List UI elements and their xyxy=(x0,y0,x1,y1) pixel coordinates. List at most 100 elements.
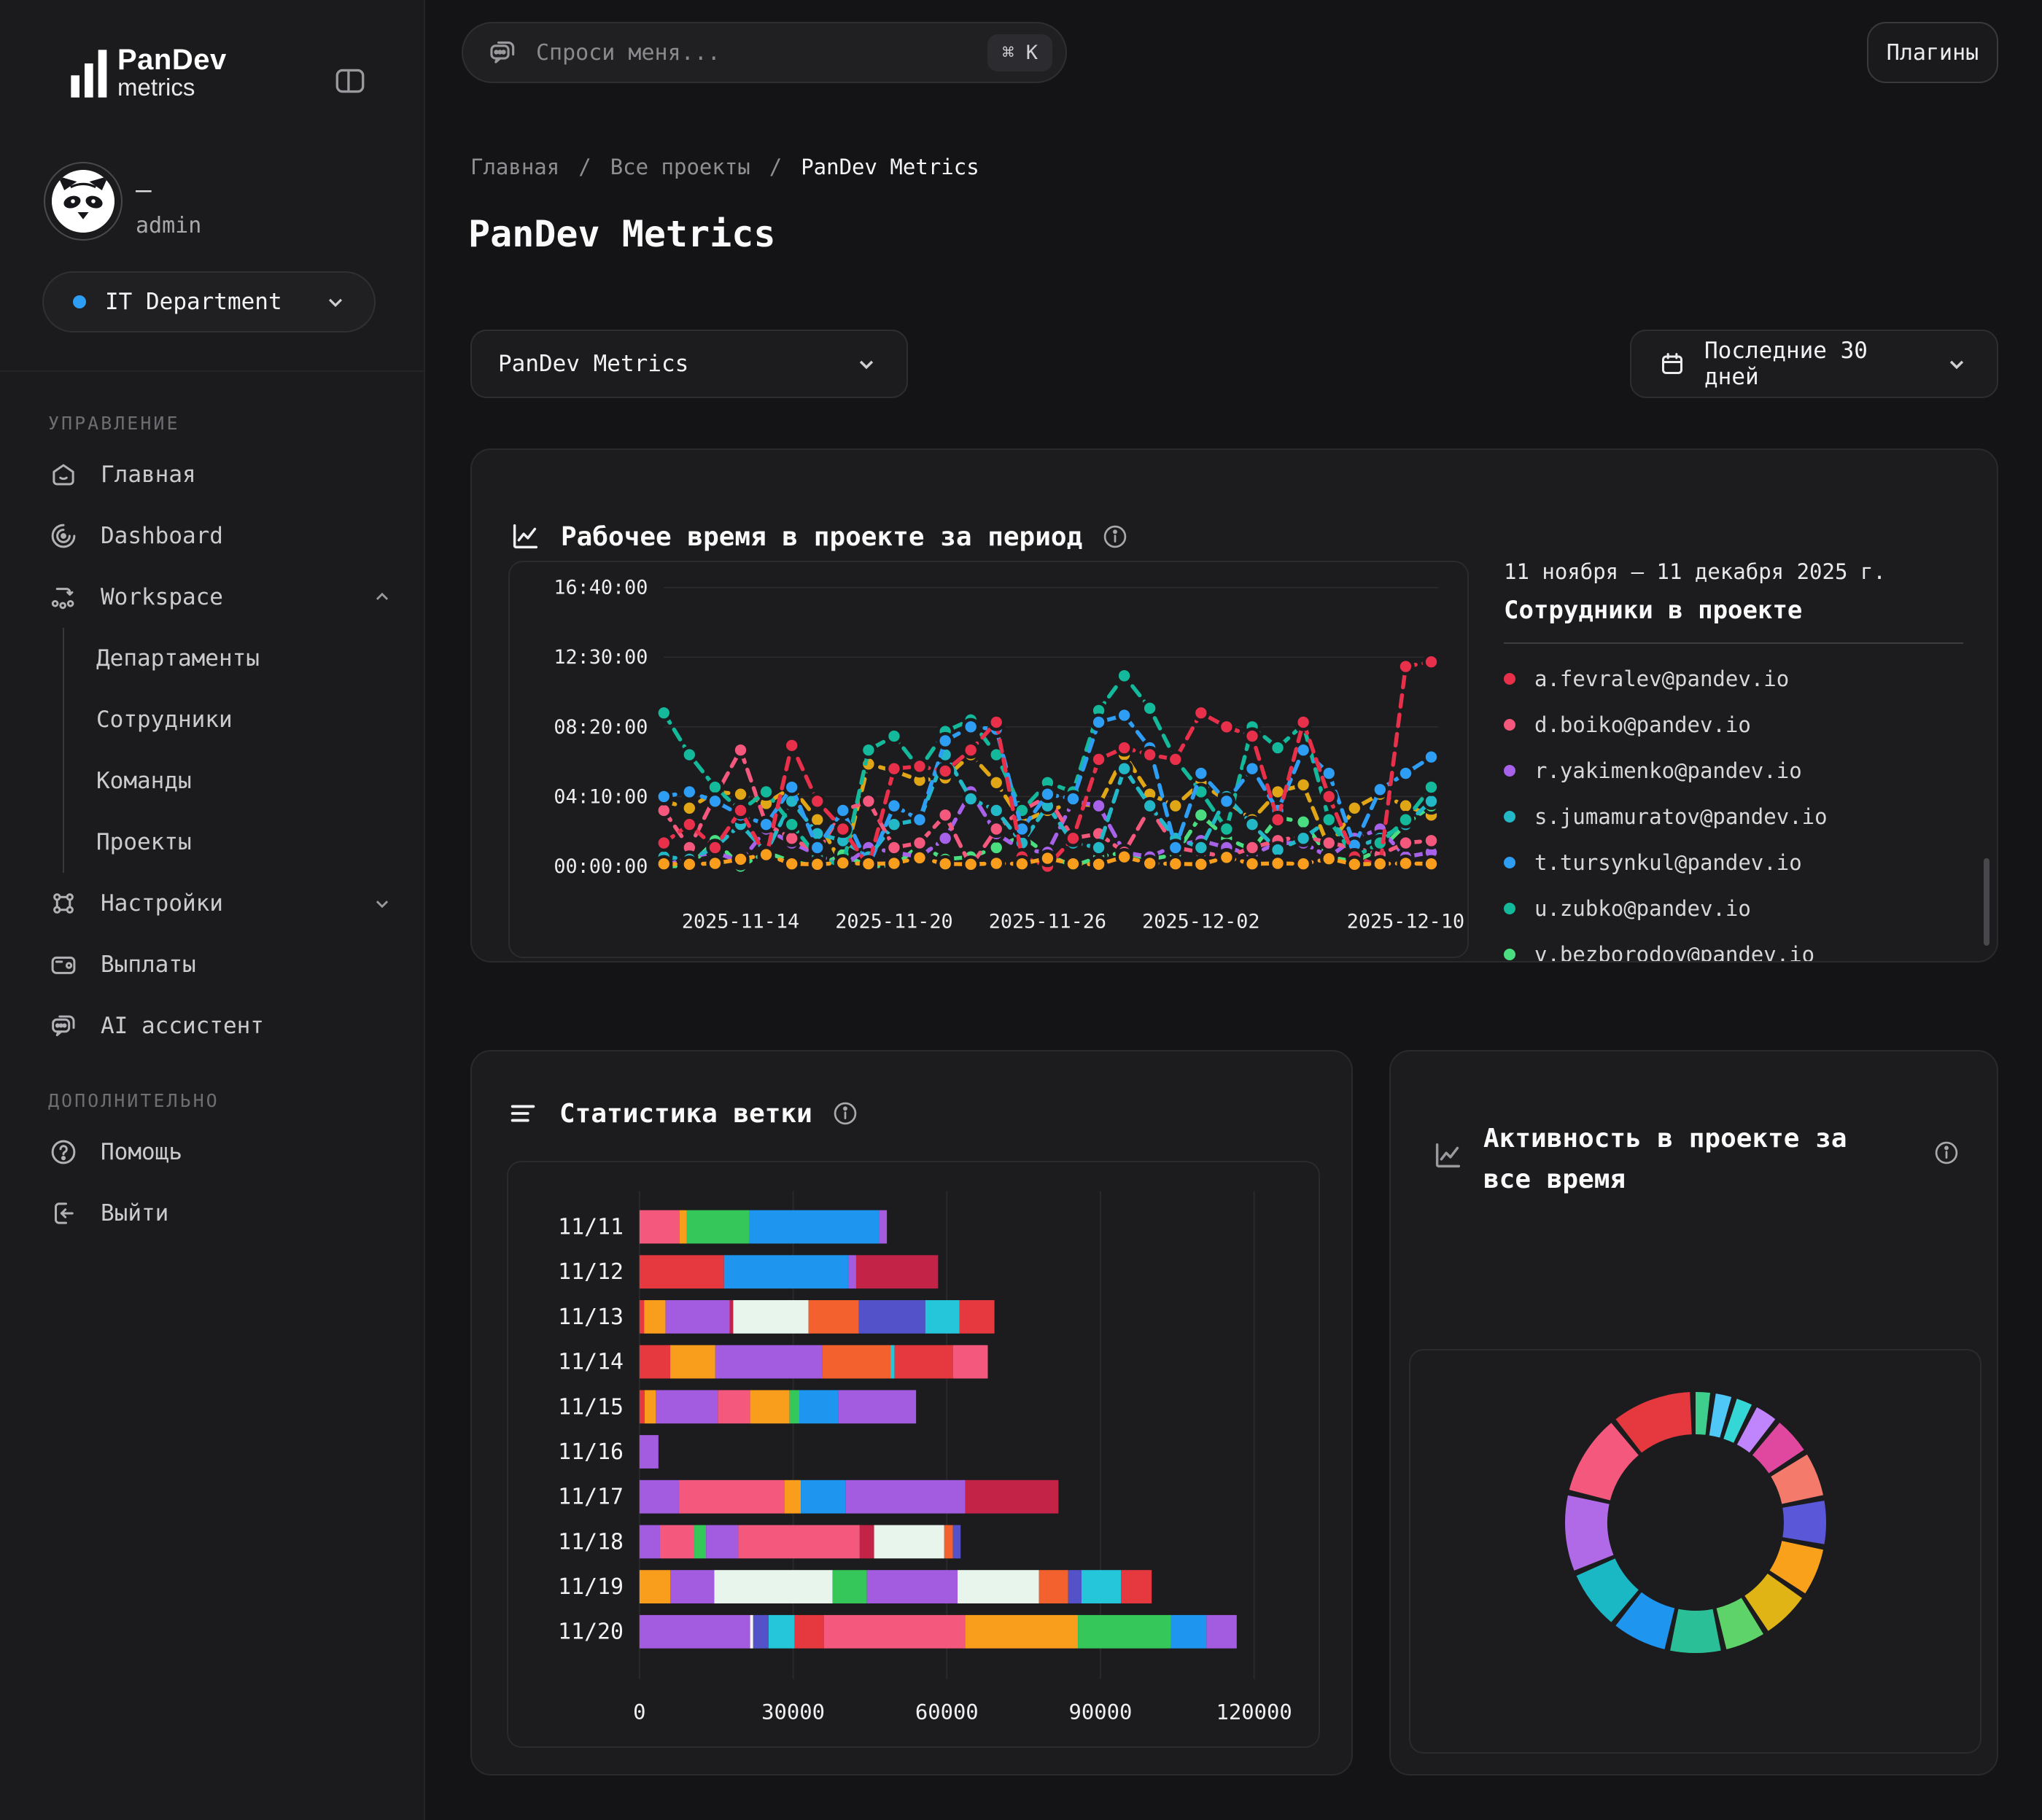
brand-name: PanDev xyxy=(117,45,227,75)
info-icon[interactable] xyxy=(831,1100,859,1127)
working-time-chart-panel: 00:00:0004:10:0008:20:0012:30:0016:40:00… xyxy=(508,561,1469,958)
sidebar-item-help[interactable]: Помощь xyxy=(48,1121,395,1183)
date-range-value: Последние 30 дней xyxy=(1704,338,1925,390)
avatar[interactable] xyxy=(44,162,123,241)
home-icon xyxy=(48,459,79,490)
sidebar-item-label: Выйти xyxy=(101,1200,168,1226)
donut-segment xyxy=(1696,1413,1708,1414)
sidebar-item-label: Настройки xyxy=(101,890,223,917)
info-icon[interactable] xyxy=(1101,523,1129,551)
sidebar-item-label: Workspace xyxy=(101,584,223,610)
legend-divider xyxy=(1504,642,1963,644)
sidebar-item-dashboard[interactable]: Dashboard xyxy=(48,505,395,567)
svg-text:0: 0 xyxy=(633,1700,645,1724)
activity-donut-chart[interactable] xyxy=(1535,1362,1856,1683)
legend-dot xyxy=(1504,949,1515,960)
svg-text:2025-11-26: 2025-11-26 xyxy=(989,910,1106,933)
sidebar-item-employees[interactable]: Сотрудники xyxy=(96,689,395,750)
working-time-legend: 11 ноября – 11 декабря 2025 г. Сотрудник… xyxy=(1504,559,1963,961)
svg-text:2025-11-14: 2025-11-14 xyxy=(682,910,799,933)
svg-text:2025-11-20: 2025-11-20 xyxy=(835,910,952,933)
sidebar-item-home[interactable]: Главная xyxy=(48,444,395,505)
legend-item[interactable]: v.bezborodov@pandev.io xyxy=(1504,940,1963,961)
calendar-icon xyxy=(1658,349,1687,378)
plugins-button[interactable]: Плагины xyxy=(1867,22,1998,83)
date-range-select[interactable]: Последние 30 дней xyxy=(1630,330,1998,398)
legend-title: Сотрудники в проекте xyxy=(1504,596,1963,625)
svg-text:11/12: 11/12 xyxy=(558,1259,624,1285)
search-input[interactable] xyxy=(536,40,987,66)
working-time-card: Рабочее время в проекте за период 00:00:… xyxy=(470,448,1998,962)
legend-dot xyxy=(1504,719,1515,731)
legend-scrollbar[interactable] xyxy=(1984,858,1989,946)
department-status-dot xyxy=(73,295,86,308)
nav-section-management: УПРАВЛЕНИЕ xyxy=(48,413,395,434)
working-time-title: Рабочее время в проекте за период xyxy=(561,522,1082,552)
donut-segment xyxy=(1756,1586,1785,1614)
sidebar-collapse-icon[interactable] xyxy=(332,63,368,99)
donut-segment xyxy=(1585,1500,1593,1563)
ask-chat-icon xyxy=(486,36,519,69)
donut-segment xyxy=(1730,1419,1742,1424)
department-select[interactable]: IT Department xyxy=(42,271,376,332)
breadcrumb: Главная/ Все проекты/ PanDev Metrics xyxy=(470,155,979,179)
donut-segment xyxy=(1712,1415,1725,1418)
svg-text:11/15: 11/15 xyxy=(558,1394,624,1420)
search-bar[interactable]: ⌘ K xyxy=(462,22,1067,83)
chat-bubbles-icon xyxy=(48,1011,79,1041)
working-time-line-chart[interactable]: 00:00:0004:10:0008:20:0012:30:0016:40:00… xyxy=(510,562,1467,957)
legend-item[interactable]: s.jumamuratov@pandev.io xyxy=(1504,802,1963,831)
sidebar-item-logout[interactable]: Выйти xyxy=(48,1183,395,1244)
sidebar-item-departments[interactable]: Департаменты xyxy=(96,628,395,689)
user-name: admin xyxy=(136,213,201,238)
sidebar-item-payouts[interactable]: Выплаты xyxy=(48,934,395,995)
sidebar-item-ai-assistant[interactable]: AI ассистент xyxy=(48,995,395,1057)
svg-text:2025-12-10: 2025-12-10 xyxy=(1347,910,1464,933)
project-select[interactable]: PanDev Metrics xyxy=(470,330,908,398)
sidebar-divider xyxy=(0,370,425,372)
svg-text:11/18: 11/18 xyxy=(558,1529,624,1555)
date-range-label: 11 ноября – 11 декабря 2025 г. xyxy=(1504,559,1963,584)
sidebar-item-label: Dashboard xyxy=(101,523,223,549)
sidebar-item-teams[interactable]: Команды xyxy=(96,750,395,812)
breadcrumb-home[interactable]: Главная xyxy=(470,155,559,179)
svg-text:08:20:00: 08:20:00 xyxy=(554,716,648,739)
legend-item[interactable]: d.boiko@pandev.io xyxy=(1504,710,1963,739)
svg-text:11/17: 11/17 xyxy=(558,1485,624,1510)
svg-text:11/13: 11/13 xyxy=(558,1304,624,1330)
legend-item[interactable]: u.zubko@pandev.io xyxy=(1504,894,1963,923)
sidebar-item-projects[interactable]: Проекты xyxy=(96,812,395,873)
activity-card: Активность в проекте за все время xyxy=(1389,1050,1998,1776)
legend-dot xyxy=(1504,811,1515,822)
branch-stats-chart-panel: 030000600009000012000011/1111/1211/1311/… xyxy=(507,1161,1320,1748)
chevron-down-icon xyxy=(853,350,880,378)
bars-list-icon xyxy=(507,1097,540,1130)
info-icon[interactable] xyxy=(1933,1139,1960,1167)
branch-stats-bar-chart[interactable]: 030000600009000012000011/1111/1211/1311/… xyxy=(508,1162,1319,1746)
svg-text:90000: 90000 xyxy=(1069,1700,1133,1724)
shortcut-badge: ⌘ K xyxy=(987,34,1052,71)
nav-section-additional: ДОПОЛНИТЕЛЬНО xyxy=(48,1090,395,1111)
svg-text:11/19: 11/19 xyxy=(558,1574,624,1600)
settings-icon xyxy=(48,888,79,919)
sidebar-nav: УПРАВЛЕНИЕ Главная Dashboard Workspace Д… xyxy=(0,394,425,1244)
donut-segment xyxy=(1766,1439,1786,1461)
legend-item[interactable]: a.fevralev@pandev.io xyxy=(1504,664,1963,693)
breadcrumb-current: PanDev Metrics xyxy=(801,155,979,179)
activity-title: Активность в проекте за все время xyxy=(1483,1119,1892,1200)
legend-dot xyxy=(1504,765,1515,777)
brand-sub: metrics xyxy=(117,75,227,100)
sidebar-item-workspace[interactable]: Workspace xyxy=(48,567,395,628)
chevron-down-icon xyxy=(1943,350,1971,378)
user-dash: — xyxy=(136,175,152,205)
brand-bars-icon xyxy=(69,48,110,99)
dashboard-icon xyxy=(48,521,79,551)
sidebar-item-settings[interactable]: Настройки xyxy=(48,873,395,934)
legend-dot xyxy=(1504,903,1515,914)
activity-chart-panel xyxy=(1409,1349,1981,1754)
legend-item[interactable]: r.yakimenko@pandev.io xyxy=(1504,756,1963,785)
legend-item[interactable]: t.tursynkul@pandev.io xyxy=(1504,848,1963,877)
svg-text:11/16: 11/16 xyxy=(558,1439,624,1465)
breadcrumb-all-projects[interactable]: Все проекты xyxy=(610,155,750,179)
project-select-value: PanDev Metrics xyxy=(498,351,853,377)
